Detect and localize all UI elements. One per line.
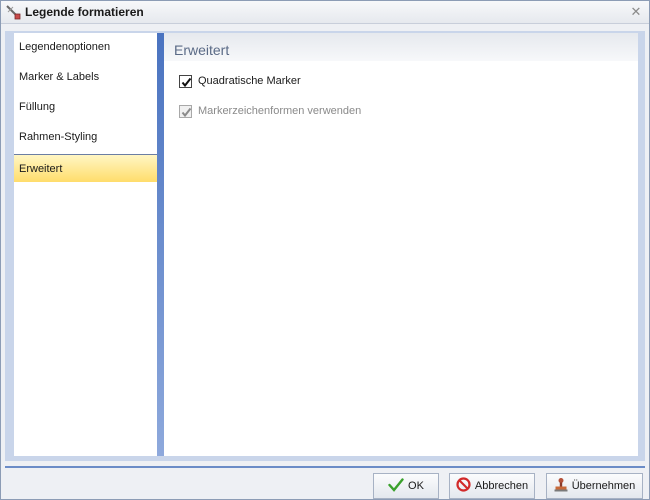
option-marker-shapes: Markerzeichenformen verwenden: [179, 103, 361, 119]
sidebar-item-erweitert[interactable]: Erweitert: [14, 154, 157, 182]
sidebar-item-label: Rahmen-Styling: [19, 131, 98, 143]
cancel-button-label: Abbrechen: [474, 480, 529, 492]
title-bar: Legende formatieren ✕: [1, 1, 649, 24]
ok-button[interactable]: OK: [373, 473, 439, 499]
no-entry-icon: [456, 477, 471, 495]
close-icon[interactable]: ✕: [629, 5, 643, 19]
apply-button-label: Übernehmen: [571, 480, 636, 492]
option-square-markers[interactable]: Quadratische Marker: [179, 73, 301, 89]
dialog-body: Legendenoptionen Marker & Labels Füllung…: [5, 31, 645, 461]
sidebar-item-marker-labels[interactable]: Marker & Labels: [14, 63, 157, 91]
sidebar-item-fuellung[interactable]: Füllung: [14, 93, 157, 121]
sidebar-nav: Legendenoptionen Marker & Labels Füllung…: [14, 33, 157, 456]
sidebar-item-rahmen-styling[interactable]: Rahmen-Styling: [14, 123, 157, 151]
square-markers-label: Quadratische Marker: [198, 75, 301, 87]
stamp-icon: [554, 477, 568, 495]
sidebar-item-legendenoptionen[interactable]: Legendenoptionen: [14, 33, 157, 61]
sidebar-item-label: Füllung: [19, 101, 56, 113]
format-legend-dialog: Legende formatieren ✕ Legendenoptionen M…: [0, 0, 650, 500]
cancel-button[interactable]: Abbrechen: [449, 473, 535, 499]
sidebar-item-label: Legendenoptionen: [19, 41, 111, 53]
panel-header: Erweitert: [164, 33, 638, 61]
accent-bar: [157, 33, 164, 456]
marker-shapes-checkbox: [179, 104, 192, 118]
sidebar-item-label: Marker & Labels: [19, 71, 100, 83]
apply-button[interactable]: Übernehmen: [546, 473, 643, 499]
panel-title: Erweitert: [174, 42, 230, 58]
format-brush-icon: [5, 4, 22, 21]
dialog-title: Legende formatieren: [25, 5, 144, 19]
marker-shapes-label: Markerzeichenformen verwenden: [198, 105, 362, 117]
sidebar-item-label: Erweitert: [19, 163, 63, 175]
content-panel: Erweitert Quadratische Marker Markerzeic…: [164, 33, 638, 456]
square-markers-checkbox[interactable]: [179, 74, 192, 88]
footer-divider: [5, 466, 645, 468]
checkmark-icon: [388, 477, 404, 495]
ok-button-label: OK: [408, 480, 424, 492]
